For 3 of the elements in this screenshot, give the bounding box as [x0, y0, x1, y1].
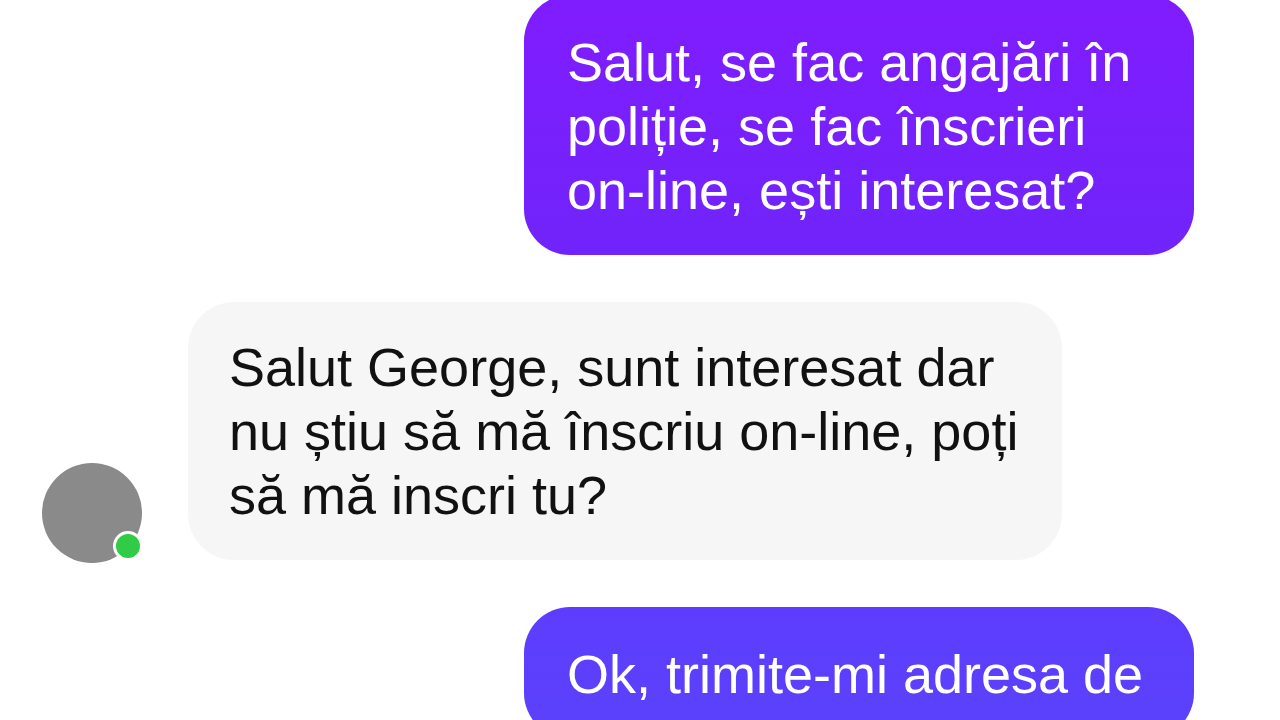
- sent-message-bubble: Salut, se fac angajări în poliție, se fac înscrieri on-line, ești interesat?: [524, 0, 1194, 255]
- sent-message-bubble: Ok, trimite-mi adresa de: [524, 607, 1194, 720]
- received-message-bubble: Salut George, sunt interesat dar nu știu să mă înscriu on-line, poți să mă inscri tu?: [188, 302, 1062, 560]
